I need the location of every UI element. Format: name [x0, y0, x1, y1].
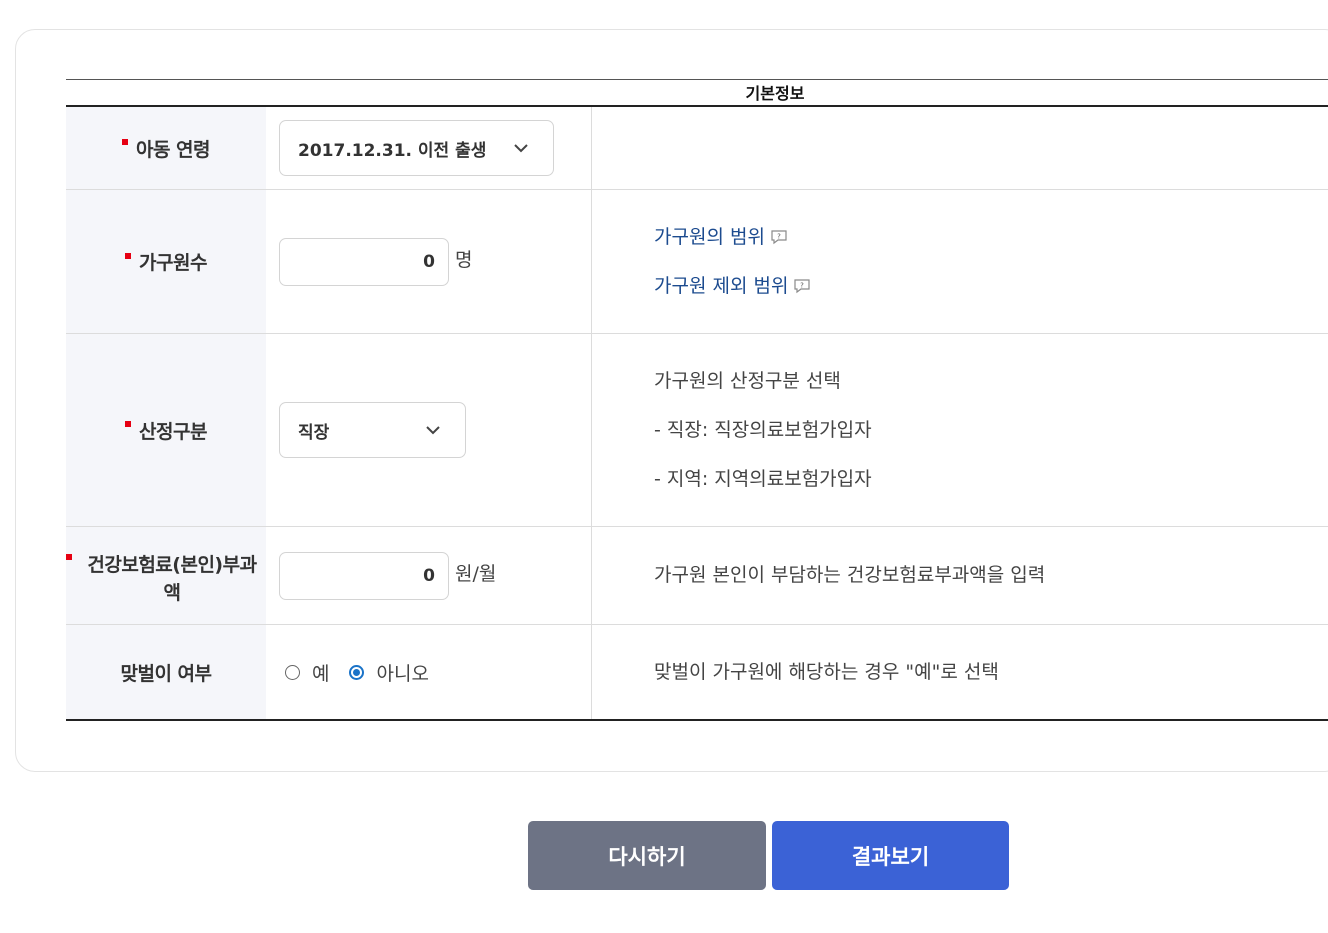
- radio-no-label[interactable]: 아니오: [376, 659, 428, 686]
- child-age-selected: 2017.12.31. 이전 출생: [298, 140, 487, 161]
- household-cell: 0 명: [266, 190, 592, 333]
- category-cell: 직장: [266, 334, 592, 526]
- row-insurance: 건강보험료(본인)부과 액 0 원/월 가구원 본인이 부담하는 건강보험료부과…: [66, 527, 1328, 625]
- household-count-input[interactable]: 0: [279, 237, 449, 286]
- insurance-label: 건강보험료(본인)부과 액: [75, 551, 257, 607]
- insurance-header: 건강보험료(본인)부과 액: [66, 527, 266, 624]
- household-label: 가구원수: [139, 252, 207, 274]
- required-marker: [125, 251, 139, 273]
- category-selected: 직장: [298, 422, 330, 443]
- household-exclusion-link-text: 가구원 제외 범위: [654, 274, 789, 297]
- child-age-cell: 2017.12.31. 이전 출생: [266, 107, 592, 189]
- insurance-amount-input[interactable]: 0: [279, 551, 449, 600]
- category-desc-line: - 지역: 지역의료보험가입자: [654, 467, 872, 490]
- dual-income-desc-text: 맞벌이 가구원에 해당하는 경우 "예"로 선택: [654, 660, 999, 683]
- insurance-unit: 원/월: [455, 563, 497, 585]
- row-category: 산정구분 직장 가구원의 산정구분 선택 - 직장: 직장의료보험가입자 - 지…: [66, 334, 1328, 527]
- chevron-down-icon: [426, 426, 440, 435]
- basic-info-table: 기본정보 아동 연령 2017.12.31. 이전 출생 가구원수 0 명 가구…: [66, 79, 1328, 721]
- insurance-desc: 가구원 본인이 부담하는 건강보험료부과액을 입력: [592, 527, 1328, 624]
- radio-no[interactable]: [349, 664, 365, 680]
- row-household: 가구원수 0 명 가구원의 범위 ? 가구원 제외 범위 ?: [66, 190, 1328, 334]
- reset-button[interactable]: 다시하기: [528, 821, 766, 890]
- household-desc: 가구원의 범위 ? 가구원 제외 범위 ?: [592, 190, 1328, 333]
- category-label: 산정구분: [139, 420, 207, 443]
- insurance-label-line2: 액: [163, 581, 181, 604]
- radio-yes[interactable]: [285, 664, 300, 680]
- svg-text:?: ?: [801, 282, 805, 290]
- insurance-label-line1: 건강보험료(본인)부과: [87, 553, 257, 576]
- required-marker: [122, 137, 136, 159]
- insurance-desc-text: 가구원 본인이 부담하는 건강보험료부과액을 입력: [654, 564, 1046, 586]
- household-scope-link-text: 가구원의 범위: [654, 225, 765, 248]
- radio-yes-label[interactable]: 예: [312, 659, 329, 686]
- category-select[interactable]: 직장: [279, 402, 466, 458]
- chevron-down-icon: [514, 144, 528, 153]
- household-scope-link[interactable]: 가구원의 범위 ?: [654, 213, 788, 262]
- child-age-desc: [592, 107, 1328, 189]
- insurance-cell: 0 원/월: [266, 527, 592, 624]
- speech-bubble-help-icon: ?: [771, 230, 787, 245]
- svg-text:?: ?: [777, 233, 781, 241]
- household-unit: 명: [455, 249, 473, 271]
- dual-income-desc: 맞벌이 가구원에 해당하는 경우 "예"로 선택: [592, 625, 1328, 719]
- child-age-header: 아동 연령: [66, 107, 266, 189]
- category-desc-line: - 직장: 직장의료보험가입자: [654, 418, 872, 441]
- household-exclusion-link[interactable]: 가구원 제외 범위 ?: [654, 262, 811, 311]
- required-marker: [125, 419, 139, 441]
- dual-income-cell: 예 아니오: [266, 625, 592, 719]
- household-header: 가구원수: [66, 190, 266, 333]
- speech-bubble-help-icon: ?: [794, 279, 811, 294]
- required-marker: [66, 554, 72, 560]
- category-desc: 가구원의 산정구분 선택 - 직장: 직장의료보험가입자 - 지역: 지역의료보…: [592, 334, 1328, 526]
- dual-income-label: 맞벌이 여부: [120, 662, 212, 685]
- category-header: 산정구분: [66, 334, 266, 526]
- dual-income-radio-group: 예 아니오: [279, 659, 449, 686]
- child-age-label: 아동 연령: [135, 138, 211, 161]
- dual-income-header: 맞벌이 여부: [66, 625, 266, 719]
- child-age-select[interactable]: 2017.12.31. 이전 출생: [279, 120, 554, 176]
- category-desc-line: 가구원의 산정구분 선택: [654, 369, 841, 392]
- table-caption: 기본정보: [66, 80, 1328, 107]
- row-dual-income: 맞벌이 여부 예 아니오 맞벌이 가구원에 해당하는 경우 "예"로 선택: [66, 625, 1328, 721]
- result-button[interactable]: 결과보기: [772, 821, 1009, 890]
- row-child-age: 아동 연령 2017.12.31. 이전 출생: [66, 107, 1328, 190]
